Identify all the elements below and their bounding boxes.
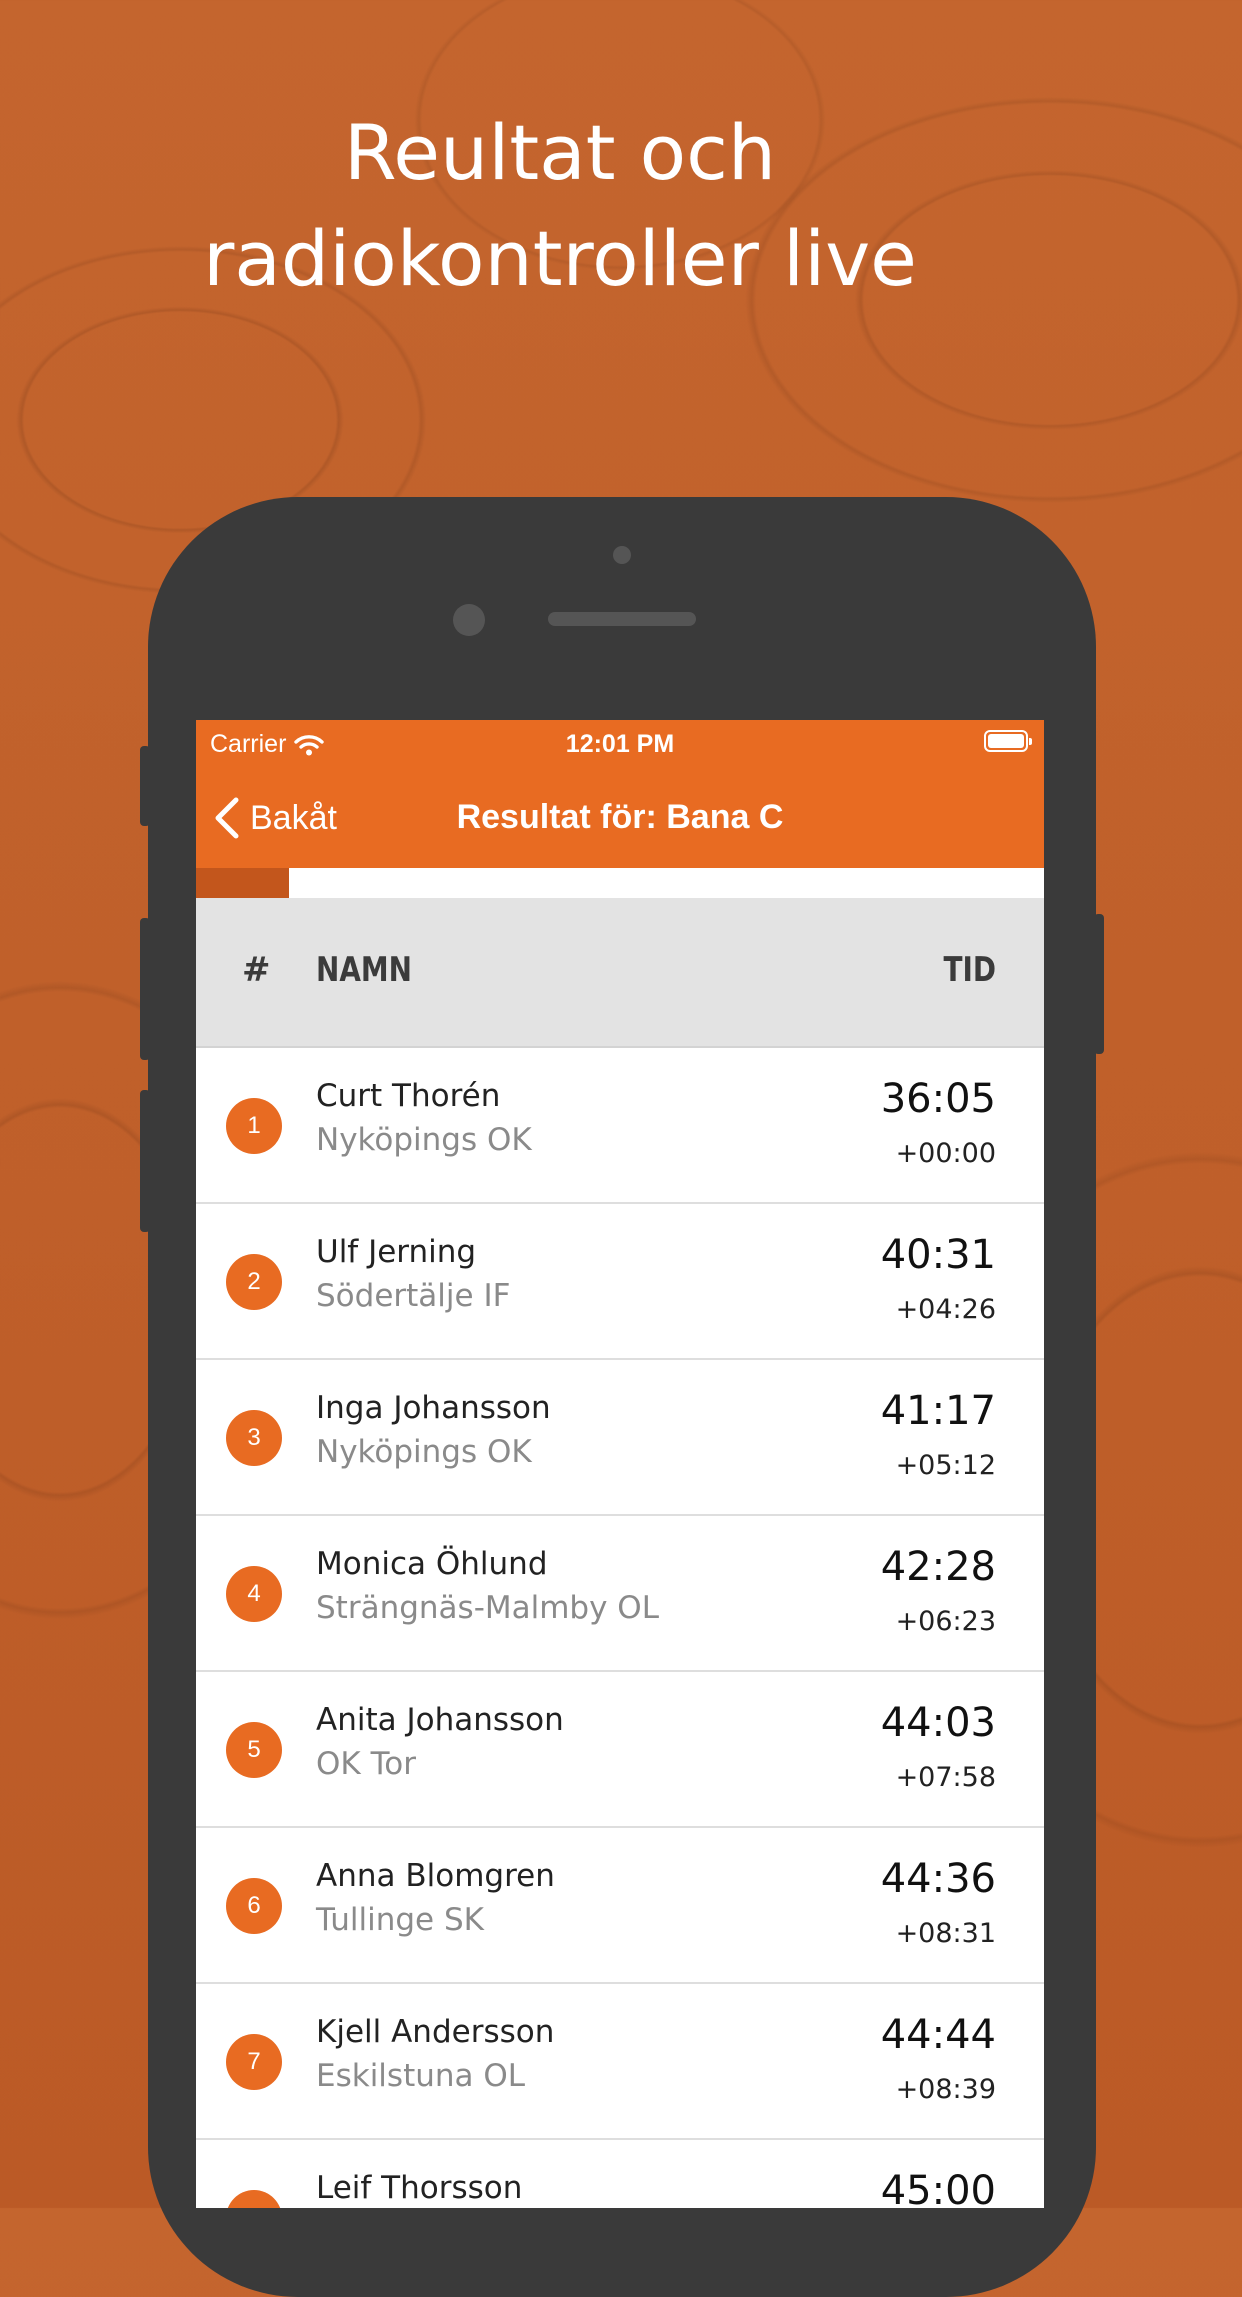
finish-time: 36:05 [880,1076,996,1122]
column-header-rank: # [242,950,271,990]
finish-time: 44:44 [880,2012,996,2058]
table-row[interactable]: 1 Curt Thorén Nyköpings OK 36:05 +00:00 [196,1048,1044,1204]
proximity-sensor [613,546,631,564]
results-table-header: # NAMN TID [196,898,1044,1048]
time-behind: +05:12 [895,1450,996,1481]
time-behind: +00:00 [895,1138,996,1169]
headline-line-1: Reultat och [343,108,777,197]
time-behind: +07:58 [895,1762,996,1793]
runner-name: Ulf Jerning [316,1234,477,1270]
rank-badge: 7 [226,2034,282,2090]
runner-name: Inga Johansson [316,1390,551,1426]
rank-badge: 4 [226,1566,282,1622]
progress-track [196,868,1044,898]
phone-screen: Carrier 12:01 PM Bakåt Resultat för: Ban… [196,720,1044,2208]
table-row[interactable]: 5 Anita Johansson OK Tor 44:03 +07:58 [196,1672,1044,1828]
phone-volume-up-button [140,918,150,1060]
battery-icon [984,730,1032,752]
finish-time: 40:31 [880,1232,996,1278]
table-row[interactable]: 8 Leif Thorsson 45:00 [196,2140,1044,2208]
table-row[interactable]: 6 Anna Blomgren Tullinge SK 44:36 +08:31 [196,1828,1044,1984]
runner-club: Nyköpings OK [316,1122,532,1158]
front-camera [453,604,485,636]
time-behind: +04:26 [895,1294,996,1325]
rank-badge: 3 [226,1410,282,1466]
runner-club: OK Tor [316,1746,416,1782]
status-time: 12:01 PM [565,730,675,758]
headline-line-2: radiokontroller live [203,214,917,303]
finish-time: 44:03 [880,1700,996,1746]
promo-headline: Reultat och radiokontroller live [0,100,1120,312]
rank-badge: 6 [226,1878,282,1934]
runner-name: Anita Johansson [316,1702,564,1738]
rank-badge: 1 [226,1098,282,1154]
runner-name: Curt Thorén [316,1078,501,1114]
runner-name: Monica Öhlund [316,1546,548,1582]
table-row[interactable]: 4 Monica Öhlund Strängnäs-Malmby OL 42:2… [196,1516,1044,1672]
table-row[interactable]: 2 Ulf Jerning Södertälje IF 40:31 +04:26 [196,1204,1044,1360]
rank-badge: 5 [226,1722,282,1778]
runner-name: Kjell Andersson [316,2014,555,2050]
column-header-time: TID [943,950,996,990]
runner-name: Anna Blomgren [316,1858,555,1894]
status-bar: Carrier 12:01 PM [196,720,1044,768]
time-behind: +08:31 [895,1918,996,1949]
runner-club: Nyköpings OK [316,1434,532,1470]
navigation-bar: Bakåt Resultat för: Bana C [196,768,1044,868]
runner-club: Södertälje IF [316,1278,511,1314]
finish-time: 42:28 [880,1544,996,1590]
runner-club: Strängnäs-Malmby OL [316,1590,659,1626]
phone-power-button [1094,914,1104,1054]
rank-badge: 2 [226,1254,282,1310]
phone-mute-switch [140,746,150,826]
finish-time: 41:17 [880,1388,996,1434]
progress-bar [196,868,290,898]
column-header-name: NAMN [316,950,412,990]
runner-club: Tullinge SK [316,1902,484,1938]
finish-time: 44:36 [880,1856,996,1902]
phone-volume-down-button [140,1090,150,1232]
page-title: Resultat för: Bana C [456,798,784,836]
rank-badge: 8 [226,2190,282,2208]
earpiece-speaker [548,612,696,626]
results-list: 1 Curt Thorén Nyköpings OK 36:05 +00:00 … [196,1048,1044,2208]
runner-club: Eskilstuna OL [316,2058,526,2094]
table-row[interactable]: 3 Inga Johansson Nyköpings OK 41:17 +05:… [196,1360,1044,1516]
runner-name: Leif Thorsson [316,2170,523,2206]
table-row[interactable]: 7 Kjell Andersson Eskilstuna OL 44:44 +0… [196,1984,1044,2140]
time-behind: +06:23 [895,1606,996,1637]
finish-time: 45:00 [880,2168,996,2208]
time-behind: +08:39 [895,2074,996,2105]
